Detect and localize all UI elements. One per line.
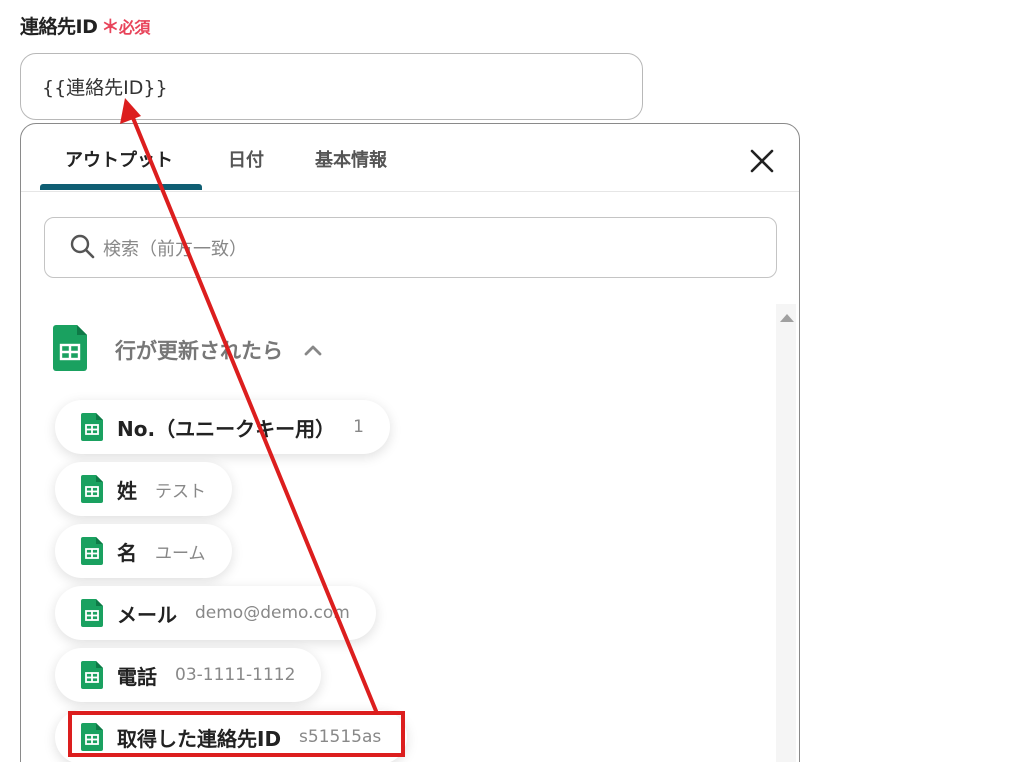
- output-item-value: 03-1111-1112: [175, 665, 296, 685]
- output-item-label: 名: [117, 540, 137, 565]
- close-icon[interactable]: [747, 146, 777, 176]
- scrollbar[interactable]: [776, 304, 796, 762]
- active-tab-indicator: [40, 184, 202, 190]
- google-sheets-icon: [81, 723, 103, 751]
- output-item-label: 取得した連絡先ID: [117, 726, 282, 751]
- output-item-label: No.（ユニークキー用）: [117, 416, 336, 441]
- google-sheets-icon: [53, 325, 87, 375]
- output-item-label: 電話: [117, 664, 157, 689]
- scroll-up-arrow-icon[interactable]: [780, 314, 794, 322]
- google-sheets-icon: [81, 661, 103, 689]
- tab-basic-info[interactable]: 基本情報: [315, 146, 387, 172]
- google-sheets-icon: [81, 475, 103, 503]
- required-asterisk: ＊: [101, 17, 119, 38]
- google-sheets-icon: [81, 413, 103, 441]
- output-item-first-name[interactable]: 名 ユーム: [55, 524, 232, 578]
- search-placeholder: 検索（前方一致）: [103, 238, 247, 260]
- search-input[interactable]: 検索（前方一致）: [44, 217, 777, 278]
- contact-id-input-value: {{連絡先ID}}: [42, 77, 168, 99]
- tab-bar: アウトプット 日付 基本情報: [21, 124, 799, 192]
- output-item-value: ユーム: [155, 543, 206, 564]
- required-text: 必須: [118, 18, 151, 37]
- output-item-last-name[interactable]: 姓 テスト: [55, 462, 232, 516]
- output-item-phone[interactable]: 電話 03-1111-1112: [55, 648, 322, 702]
- output-item-value: s51515as: [299, 727, 382, 747]
- section-title: 行が更新されたら: [115, 339, 283, 363]
- field-label-text: 連絡先ID: [20, 16, 98, 38]
- google-sheets-icon: [81, 537, 103, 565]
- field-label: 連絡先ID ＊必須: [20, 12, 150, 39]
- output-item-value: テスト: [155, 481, 206, 502]
- tab-date[interactable]: 日付: [228, 146, 264, 172]
- tab-output[interactable]: アウトプット: [65, 146, 173, 172]
- search-icon: [69, 233, 95, 263]
- output-item-value: 1: [353, 417, 364, 437]
- output-item-no[interactable]: No.（ユニークキー用） 1: [55, 400, 390, 454]
- section-row-updated[interactable]: 行が更新されたら: [53, 325, 323, 375]
- output-item-label: 姓: [117, 478, 137, 503]
- output-item-label: メール: [117, 602, 177, 627]
- output-picker-panel: アウトプット 日付 基本情報 検索（前方一致） 行が更新されたら No.（ユニー…: [20, 123, 800, 762]
- google-sheets-icon: [81, 599, 103, 627]
- output-item-value: demo@demo.com: [195, 603, 350, 623]
- contact-id-input[interactable]: {{連絡先ID}}: [20, 53, 643, 120]
- output-item-email[interactable]: メール demo@demo.com: [55, 586, 376, 640]
- chevron-up-icon[interactable]: [303, 340, 323, 360]
- output-item-contact-id[interactable]: 取得した連絡先ID s51515as: [55, 710, 408, 762]
